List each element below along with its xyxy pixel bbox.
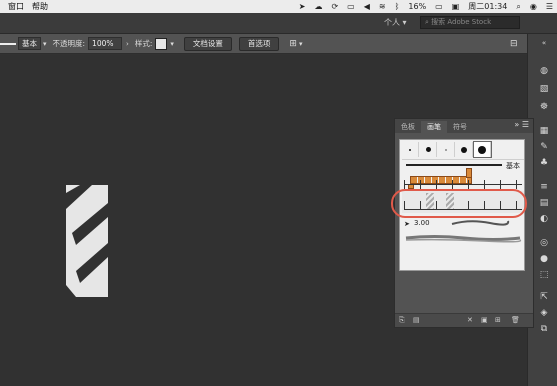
export-icon[interactable]: ⇱	[538, 292, 550, 302]
stroke-profile-field[interactable]: 基本	[18, 37, 41, 50]
symbols-icon[interactable]: ♣	[538, 158, 550, 168]
brushes-panel: 色板 画笔 符号 » ☰ 基本 ➤ 3.00 ⎘ ▤ ✕ ▣ ⊞ 🗑	[394, 118, 534, 328]
volume-icon[interactable]: ◀	[364, 2, 370, 11]
color-icon[interactable]: ◍	[538, 66, 550, 76]
libraries-icon[interactable]: ☸	[538, 102, 550, 112]
artboards-icon[interactable]: ⧉	[538, 324, 550, 334]
options-icon[interactable]: ▣	[481, 316, 488, 324]
brush-dot-1[interactable]	[402, 142, 419, 157]
menu-help[interactable]: 帮助	[32, 1, 48, 12]
wifi-icon[interactable]: ≋	[379, 2, 386, 11]
opacity-label: 不透明度:	[52, 39, 86, 48]
preferences-button[interactable]: 首选项	[238, 36, 280, 51]
remove-stroke-icon[interactable]: ✕	[467, 316, 473, 324]
clock[interactable]: 周二01:34	[468, 1, 507, 12]
workspace-switcher[interactable]: 个人 ▾	[384, 17, 407, 28]
calligraphic-stroke[interactable]	[450, 218, 510, 228]
style-label: 样式:	[134, 39, 153, 48]
chevron-down-icon[interactable]: ▾	[299, 40, 303, 48]
align-icon[interactable]: ⊟	[510, 39, 518, 49]
appearance-icon[interactable]: ◎	[538, 238, 550, 248]
graphic-styles-icon[interactable]: ●	[538, 254, 550, 264]
chevron-down-icon[interactable]: ▾	[170, 40, 174, 48]
calligraphic-arrow-icon: ➤	[404, 220, 410, 228]
send-icon[interactable]: ➤	[299, 2, 306, 11]
app-topbar: 个人 ▾ ⌕ 搜索 Adobe Stock	[0, 13, 557, 34]
menu-window[interactable]: 窗口	[8, 1, 24, 12]
panel-menu-icon[interactable]: » ☰	[514, 120, 529, 129]
brush-dot-5[interactable]	[473, 141, 492, 158]
opacity-field[interactable]: 100%	[88, 37, 123, 50]
swatches-icon[interactable]: ▦	[538, 126, 550, 136]
brush-dot-4[interactable]	[456, 142, 473, 157]
system-menubar: 窗口 帮助 ➤ ☁ ⟳ ▭ ◀ ≋ ᛒ 16% ▭ ▣ 周二01:34 ⌕ ◉ …	[0, 0, 557, 13]
arrange-icon[interactable]: ⊞	[289, 39, 297, 49]
color-guide-icon[interactable]: ▧	[538, 84, 550, 94]
highlight-annotation	[391, 189, 527, 218]
basic-brush-stroke[interactable]	[406, 164, 502, 166]
brush-dot-3[interactable]	[438, 142, 455, 157]
chevron-right-icon[interactable]: ›	[126, 40, 129, 48]
tab-brushes[interactable]: 画笔	[421, 121, 447, 133]
new-brush-icon[interactable]: ⊞	[495, 316, 501, 324]
delete-brush-icon[interactable]: 🗑	[511, 316, 520, 324]
battery-percent: 16%	[408, 2, 427, 11]
stroke-icon[interactable]: ≡	[538, 182, 550, 192]
control-bar: 基本 ▾ 不透明度: 100% › 样式: ▾ 文档设置 首选项 ⊞ ▾ ⊟ ☰	[0, 34, 557, 54]
panel-tabs: 色板 画笔 符号 » ☰	[395, 119, 533, 133]
battery-icon[interactable]: ▭	[435, 2, 443, 11]
asset-export-icon[interactable]: ⬚	[538, 270, 550, 280]
flag-icon[interactable]: ▣	[452, 2, 460, 11]
open-library-icon[interactable]: ▤	[413, 316, 420, 324]
pattern-brush-corner[interactable]	[466, 168, 472, 178]
pattern-artwork[interactable]	[66, 185, 126, 305]
ruler-ticks	[404, 180, 522, 189]
sync-icon[interactable]: ⟳	[331, 2, 338, 11]
chevron-down-icon[interactable]: ▾	[43, 40, 47, 48]
brushes-icon[interactable]: ✎	[538, 142, 550, 152]
bluetooth-icon[interactable]: ᛒ	[395, 2, 400, 11]
list-icon[interactable]: ☰	[546, 2, 553, 11]
menubar-status-area: ➤ ☁ ⟳ ▭ ◀ ≋ ᛒ 16% ▭ ▣ 周二01:34 ⌕ ◉ ☰	[299, 0, 553, 13]
document-setup-button[interactable]: 文档设置	[183, 36, 232, 51]
art-brush-stroke[interactable]	[404, 232, 522, 244]
basic-brush-label: 基本	[506, 162, 520, 170]
search-icon[interactable]: ⌕	[516, 2, 520, 12]
tab-swatches[interactable]: 色板	[395, 121, 421, 133]
layers-icon[interactable]: ◈	[538, 308, 550, 318]
brush-dot-2[interactable]	[420, 142, 437, 157]
transparency-icon[interactable]: ◐	[538, 214, 550, 224]
tab-symbols[interactable]: 符号	[447, 121, 473, 133]
gradient-icon[interactable]: ▤	[538, 198, 550, 208]
divider	[402, 159, 524, 160]
cloud-icon[interactable]: ☁	[314, 2, 322, 11]
style-swatch[interactable]	[155, 37, 168, 50]
stroke-preview[interactable]	[0, 42, 16, 45]
siri-icon[interactable]: ◉	[530, 2, 537, 11]
expand-panels-icon[interactable]: «	[538, 38, 550, 48]
stock-search-input[interactable]: ⌕ 搜索 Adobe Stock	[420, 16, 520, 29]
calligraphic-size-label: 3.00	[414, 219, 430, 227]
panel-footer: ⎘ ▤ ✕ ▣ ⊞ 🗑	[395, 313, 533, 327]
brush-libraries-icon[interactable]: ⎘	[399, 316, 405, 325]
display-icon[interactable]: ▭	[347, 2, 355, 11]
